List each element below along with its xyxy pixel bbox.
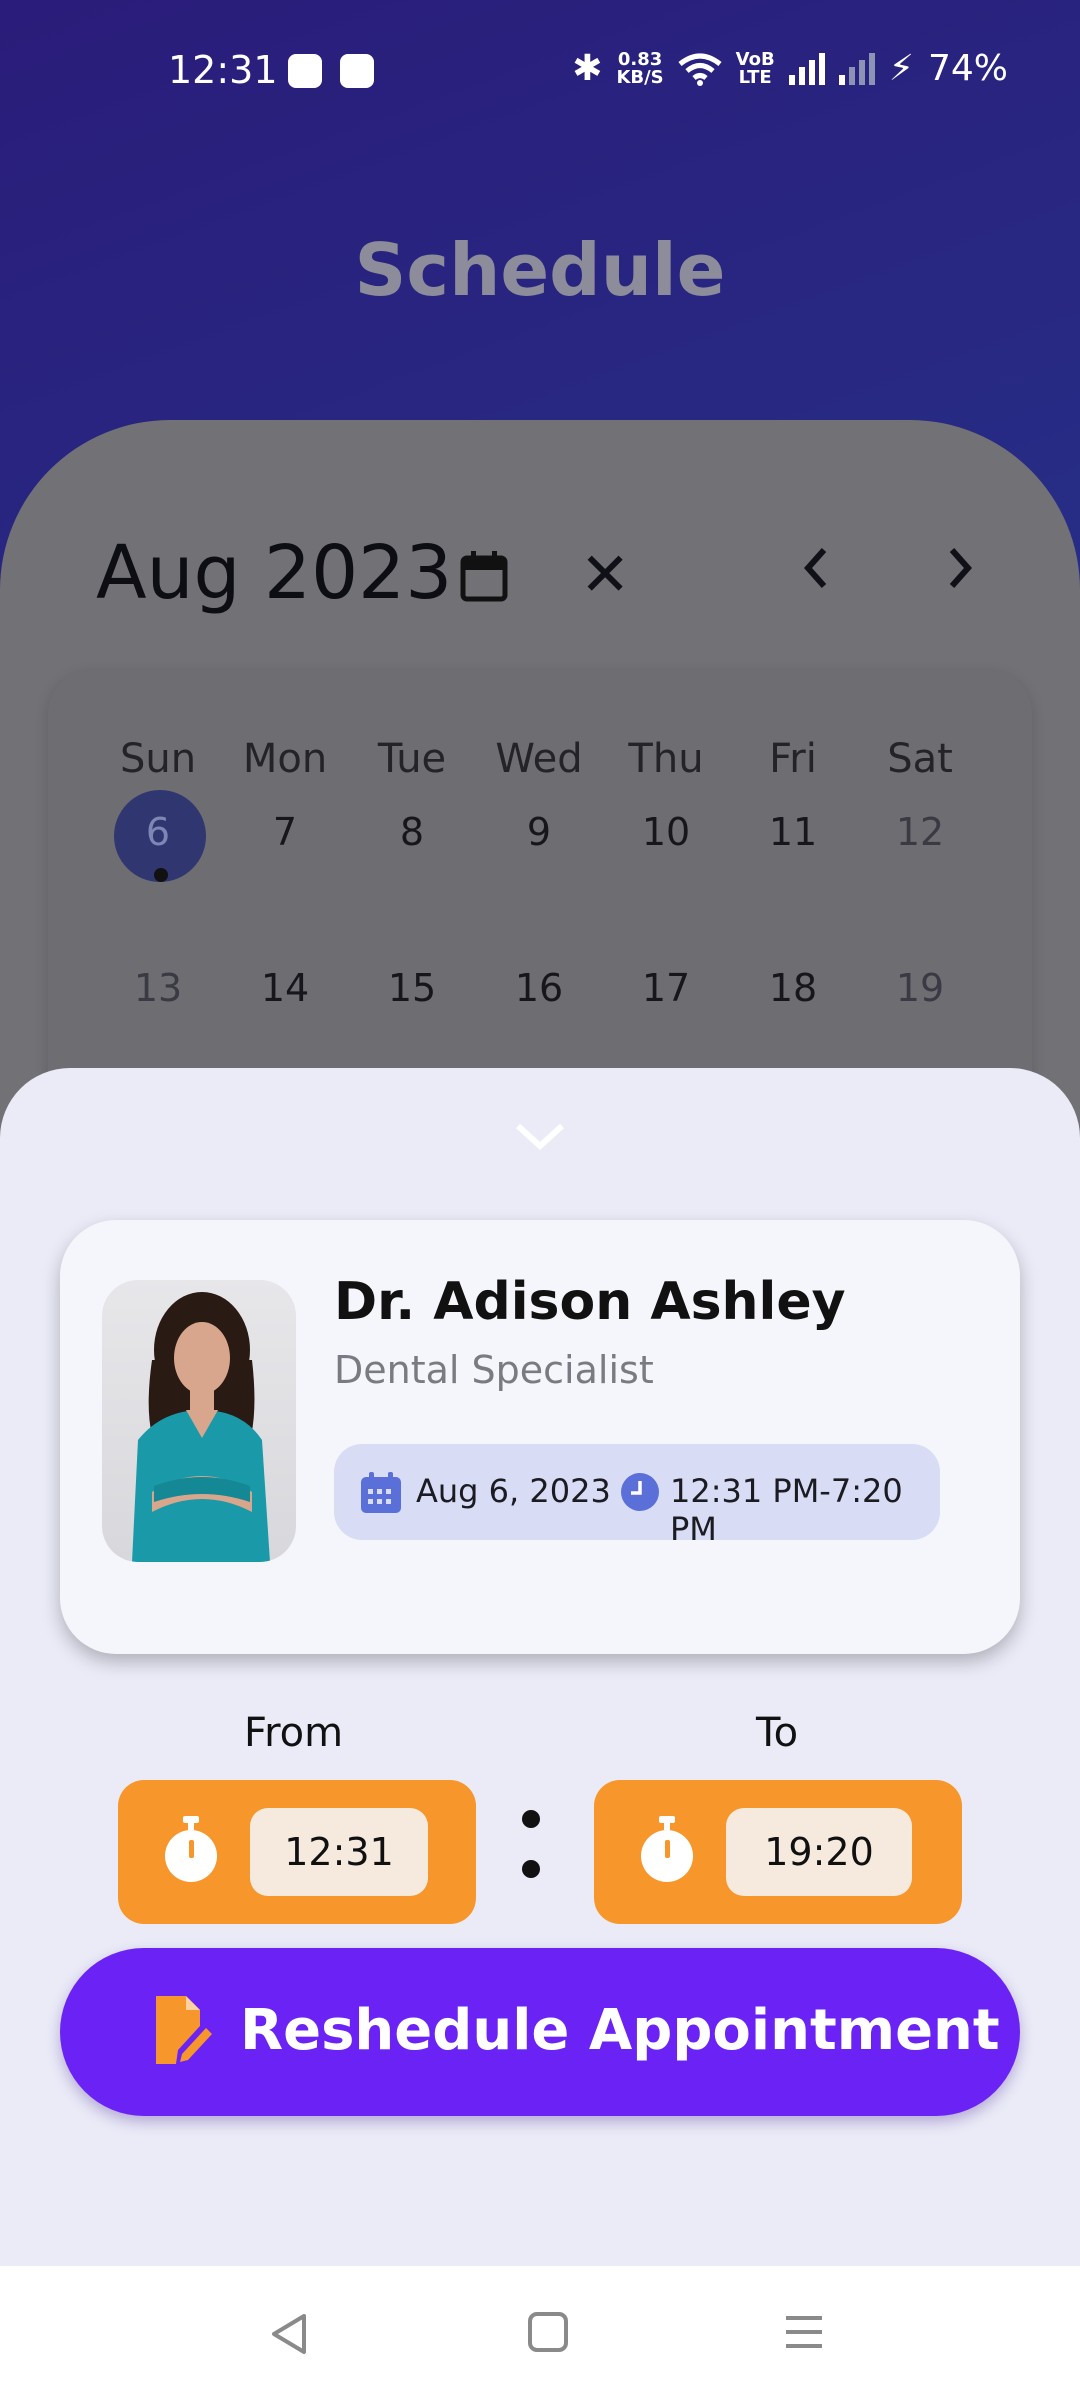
weekday-mon: Mon xyxy=(242,736,328,782)
to-time-value[interactable]: 19:20 xyxy=(726,1808,912,1896)
signal-icon-2 xyxy=(838,52,875,85)
calendar-day[interactable]: 8 xyxy=(352,810,472,854)
network-speed-unit: KB/S xyxy=(616,66,664,88)
chevron-down-icon[interactable] xyxy=(510,1118,570,1154)
back-icon[interactable] xyxy=(266,2310,314,2358)
home-icon[interactable] xyxy=(526,2310,570,2354)
calendar-icon xyxy=(361,1472,401,1513)
network-speed: 0.83 KB/S xyxy=(616,50,664,88)
calendar-day[interactable]: 19 xyxy=(860,966,980,1010)
appointment-date: Aug 6, 2023 xyxy=(416,1472,611,1510)
calendar-day[interactable]: 9 xyxy=(479,810,599,854)
calendar-day[interactable]: 11 xyxy=(733,810,853,854)
weekday-thu: Thu xyxy=(628,736,704,782)
status-bar: 12:31 ✱ 0.83 KB/S VoB LTE ⚡ 74% xyxy=(0,0,1080,140)
bluetooth-icon: ✱ xyxy=(572,48,603,89)
doctor-name: Dr. Adison Ashley xyxy=(334,1272,846,1332)
doctor-card: Dr. Adison Ashley Dental Specialist Aug … xyxy=(60,1220,1020,1654)
month-label: Aug 2023 xyxy=(96,530,453,616)
calendar-day[interactable]: 13 xyxy=(98,966,218,1010)
calendar-day[interactable]: 17 xyxy=(606,966,726,1010)
reschedule-button[interactable]: Reshedule Appointment xyxy=(60,1948,1020,2116)
signal-icon xyxy=(788,52,825,85)
from-label: From xyxy=(244,1710,344,1756)
appointment-datetime: Aug 6, 2023 12:31 PM-7:20 PM xyxy=(334,1444,940,1548)
doctor-photo xyxy=(102,1280,296,1562)
page-title: Schedule xyxy=(354,228,726,312)
time-separator xyxy=(522,1810,542,1910)
weekday-sun: Sun xyxy=(119,736,197,782)
chevron-right-icon[interactable] xyxy=(940,538,980,598)
weekday-wed: Wed xyxy=(495,736,583,782)
from-time-picker[interactable]: 12:31 xyxy=(118,1780,476,1924)
status-time: 12:31 xyxy=(168,48,278,92)
charging-icon: ⚡ xyxy=(888,48,914,89)
weekday-fri: Fri xyxy=(769,736,817,782)
menu-icon[interactable] xyxy=(782,2310,826,2354)
wifi-icon xyxy=(678,53,722,86)
clock-icon xyxy=(621,1473,659,1511)
to-label: To xyxy=(756,1710,799,1756)
battery-level: 74% xyxy=(927,48,1008,89)
from-time-value[interactable]: 12:31 xyxy=(250,1808,428,1896)
chevron-left-icon[interactable] xyxy=(796,538,836,598)
volte-bottom: LTE xyxy=(738,66,772,88)
calendar-icon[interactable] xyxy=(460,550,508,602)
stopwatch-icon xyxy=(641,1816,693,1882)
reschedule-label: Reshedule Appointment xyxy=(240,1998,1000,2063)
calendar-day[interactable]: 14 xyxy=(225,966,345,1010)
calendar-day[interactable]: 7 xyxy=(225,810,345,854)
to-time-picker[interactable]: 19:20 xyxy=(594,1780,962,1924)
notification-icon xyxy=(340,54,374,88)
weekday-tue: Tue xyxy=(377,736,447,782)
calendar-day[interactable]: 6 xyxy=(98,810,218,854)
system-nav-bar xyxy=(0,2266,1080,2400)
calendar-day[interactable]: 18 xyxy=(733,966,853,1010)
weekday-sat: Sat xyxy=(887,736,953,782)
edit-document-icon xyxy=(156,1996,212,2064)
close-icon[interactable]: ✕ xyxy=(580,540,630,610)
volte-icon: VoB LTE xyxy=(736,50,775,88)
doctor-specialty: Dental Specialist xyxy=(334,1348,654,1392)
notification-icon xyxy=(288,54,322,88)
calendar-day[interactable]: 15 xyxy=(352,966,472,1010)
appointment-time: 12:31 PM-7:20 PM xyxy=(670,1472,903,1548)
calendar-day[interactable]: 16 xyxy=(479,966,599,1010)
calendar-day[interactable]: 10 xyxy=(606,810,726,854)
stopwatch-icon xyxy=(165,1816,217,1882)
status-icons: ✱ 0.83 KB/S VoB LTE ⚡ 74% xyxy=(572,48,1008,89)
event-dot xyxy=(154,868,168,882)
calendar-day[interactable]: 12 xyxy=(860,810,980,854)
